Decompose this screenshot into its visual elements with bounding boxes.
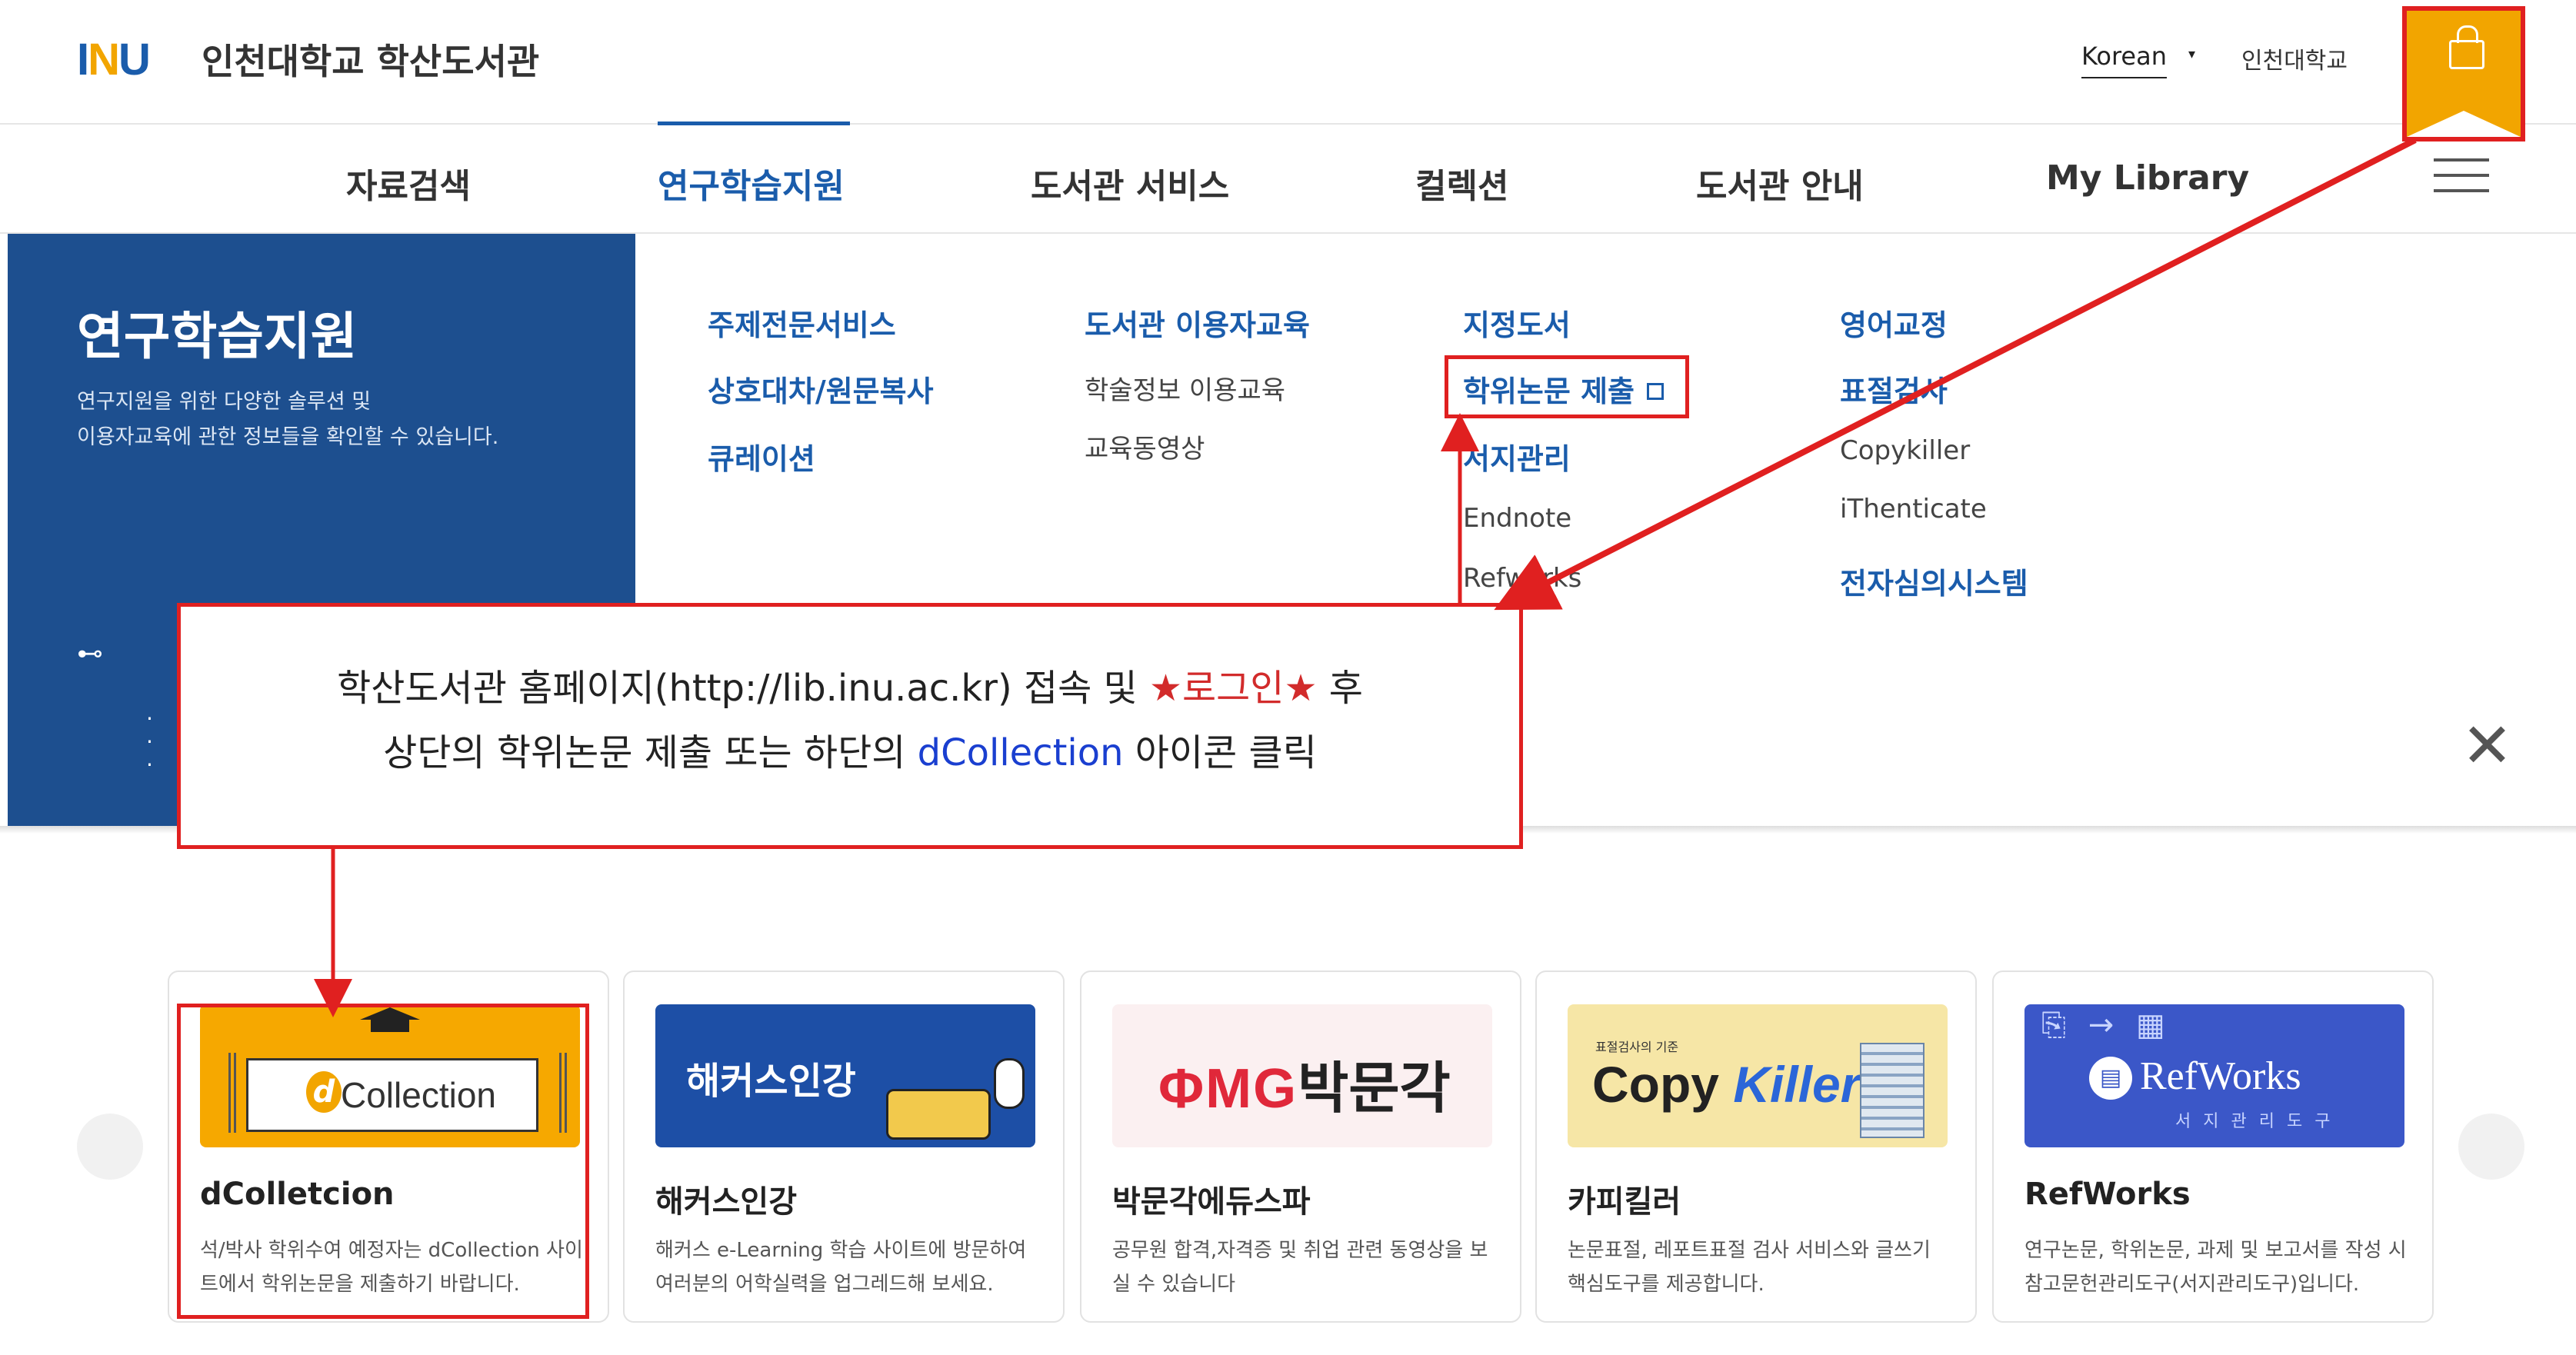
annotation-arrows xyxy=(314,137,2417,1017)
library-homepage: INU 인천대학교 학산도서관 Korean ▾ 인천대학교 자료검색 연구학습… xyxy=(0,0,2576,1355)
login-arrow xyxy=(1494,137,2417,611)
